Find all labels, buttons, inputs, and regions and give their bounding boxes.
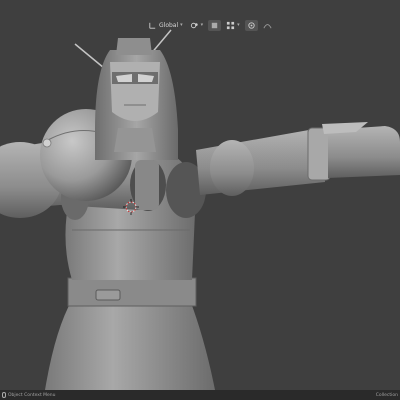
transform-orientation-label: Global: [159, 22, 179, 29]
falloff-curve-icon: [263, 24, 272, 29]
snap-toggle-button[interactable]: [208, 20, 222, 31]
robot-hand-right: [328, 126, 400, 178]
status-bar-left: Object Context Menu: [0, 392, 56, 398]
snap-increment-dropdown[interactable]: ▾: [224, 20, 242, 31]
belt-buckle: [95, 289, 121, 301]
chevron-down-icon: ▾: [237, 22, 240, 28]
sphere-bolt: [42, 138, 52, 148]
magnet-snap-icon: [211, 22, 218, 29]
proportional-edit-button[interactable]: [244, 20, 258, 31]
falloff-dropdown[interactable]: [261, 20, 274, 31]
wrist-ring-right: [307, 127, 331, 181]
shoulder-pad-left: [135, 160, 159, 210]
mouse-right-click-icon: [2, 392, 6, 398]
orientation-axes-icon: [149, 22, 156, 29]
chevron-down-icon: ▾: [180, 22, 183, 28]
robot-neck: [114, 128, 156, 152]
status-hint-text: Object Context Menu: [8, 392, 56, 398]
robot-belt: [67, 277, 197, 307]
elbow-joint-right: [210, 140, 254, 196]
status-bar-right: Collection: [375, 392, 398, 398]
proportional-edit-icon: [248, 22, 255, 29]
viewport-canvas[interactable]: [0, 0, 400, 390]
robot-model[interactable]: [0, 29, 400, 390]
robot-crest: [116, 38, 152, 55]
robot-face: [110, 62, 160, 121]
status-bar: Object Context Menu Collection: [0, 390, 400, 400]
3d-viewport[interactable]: Global ▾ ▾ ▾: [0, 0, 400, 390]
chevron-down-icon: ▾: [200, 22, 204, 28]
transform-orientation-dropdown[interactable]: Global ▾: [146, 20, 185, 31]
snap-grid-icon: [227, 21, 235, 30]
antenna-left: [74, 43, 105, 69]
viewport-header-toolbar: Global ▾ ▾ ▾: [146, 19, 274, 32]
pivot-point-icon: [190, 22, 198, 29]
robot-hips: [45, 300, 215, 390]
pivot-point-dropdown[interactable]: ▾: [188, 20, 206, 31]
